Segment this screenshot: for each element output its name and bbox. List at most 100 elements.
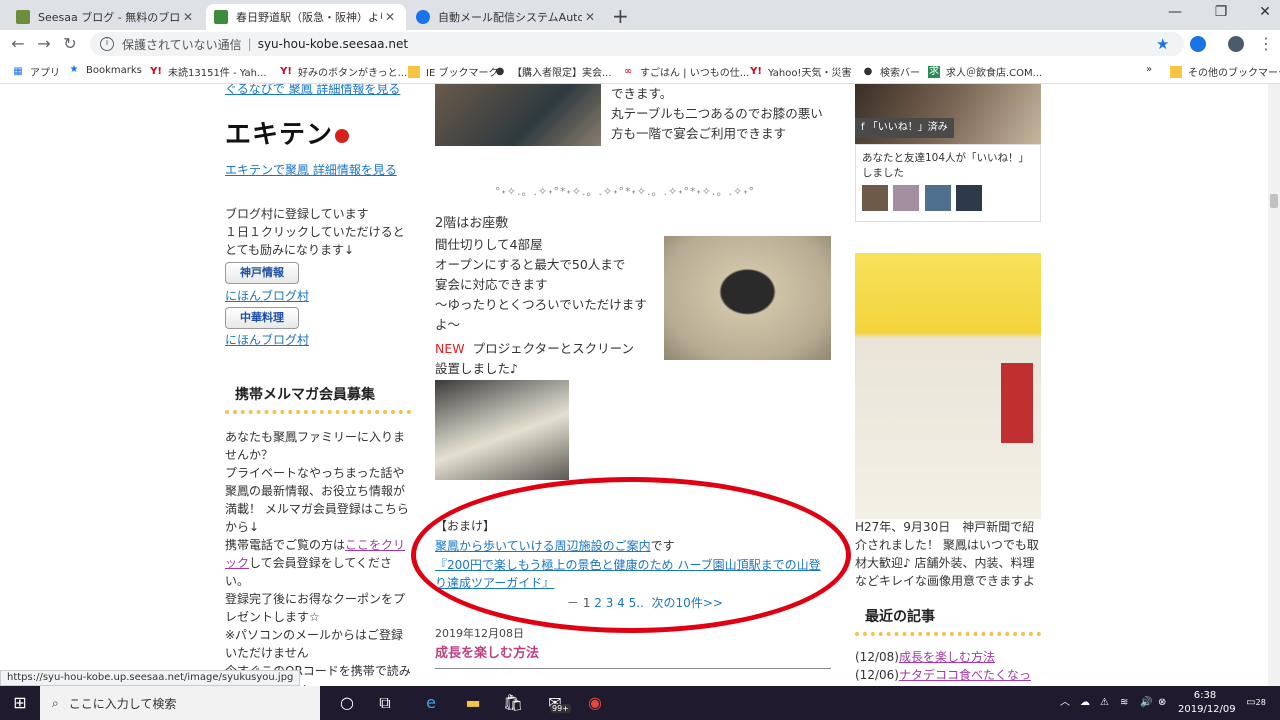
- browser-toolbar: ← → ↻ i 保護されていない通信 | syu-hou-kobe.seesaa…: [0, 30, 1280, 58]
- avatar[interactable]: [924, 185, 951, 211]
- clock-time: 6:38: [1193, 690, 1217, 701]
- bookmark-ie-folder[interactable]: IE ブックマーク: [408, 64, 498, 79]
- new-tab-button[interactable]: +: [612, 4, 629, 28]
- search-placeholder: ここに入力して検索: [68, 696, 177, 711]
- notification-count: 28: [1255, 698, 1266, 707]
- fb-liked-badge[interactable]: f 「いいね！」済み: [855, 118, 954, 138]
- fb-friend-avatars: [862, 185, 1034, 216]
- floor2-line: 宴会に対応できます: [435, 277, 548, 292]
- profile-avatar[interactable]: [1228, 36, 1244, 52]
- bookmark-yahoo-button[interactable]: Y! 好みのボタンがきっと...: [280, 64, 408, 80]
- seesaa-favicon-icon: [16, 10, 30, 24]
- mailmag-description: プライベートなやっちまった話や 聚鳳の最新情報、お役立ち情報が満載！ メルマガ会…: [225, 466, 409, 534]
- new-notice: NEW プロジェクターとスクリーン: [435, 339, 634, 359]
- bookmark-label: 未読13151件 - Yah...: [168, 68, 267, 79]
- instruction-text: 携帯電話でご覧の方は: [225, 538, 346, 552]
- floor2-title: 2階はお座敷: [435, 216, 509, 231]
- url-text[interactable]: syu-hou-kobe.seesaa.net: [258, 37, 408, 51]
- task-view-icon[interactable]: ⧉: [374, 692, 396, 714]
- tab-seesaa[interactable]: Seesaa ブログ - 無料のブログ(blog)サ ✕: [8, 4, 204, 30]
- mailmag-title: 携帯メルマガ会員募集: [225, 386, 411, 414]
- ekiten-logo[interactable]: エキテン: [225, 122, 350, 148]
- back-arrow-icon[interactable]: ←: [8, 34, 28, 53]
- tab-autobiz[interactable]: 自動メール配信システムAutoBiz Ver ✕: [408, 4, 606, 30]
- more-menu-icon[interactable]: ⋮: [1258, 34, 1274, 53]
- bookmark-label: すごはん | いつもの仕...: [640, 68, 750, 79]
- close-icon[interactable]: ✕: [382, 10, 398, 24]
- taskbar-search[interactable]: ⌕ ここに入力して検索: [40, 686, 320, 720]
- notification-icon: ▭: [1246, 697, 1256, 708]
- bookmarks-overflow[interactable]: »: [1146, 64, 1152, 75]
- address-bar[interactable]: i 保護されていない通信 | syu-hou-kobe.seesaa.net: [90, 32, 1184, 56]
- maximize-icon[interactable]: ❐: [1206, 4, 1236, 20]
- floor2-line: 間仕切りして4部屋: [435, 237, 543, 252]
- instruction-text: して会員登録をしてください。: [225, 556, 392, 588]
- recent-posts-list: (12/08)成長を楽しむ方法 (12/06)ナタデココ食べたくなった: [855, 648, 1041, 686]
- chinese-food-badge[interactable]: 中華料理: [225, 307, 299, 329]
- store-icon[interactable]: 🛍: [502, 692, 524, 714]
- bookmark-label: 【購入者限定】実会...: [512, 68, 612, 79]
- bookmark-sugohan[interactable]: ∞ すごはん | いつもの仕...: [622, 64, 750, 80]
- kobe-newspaper-clipping[interactable]: [855, 253, 1041, 519]
- bookmark-yahoo-weather[interactable]: Y! Yahoo!天気・災害: [750, 64, 851, 80]
- bookmark-label: 好みのボタンがきっと...: [298, 68, 408, 79]
- recent-post-item: (12/08)成長を楽しむ方法: [855, 648, 1041, 666]
- pc-mail-note: ※パソコンのメールからはご登録いただけません: [225, 628, 404, 660]
- bookmark-yahoo-mail[interactable]: Y! 未読13151件 - Yah...: [150, 64, 267, 80]
- kobe-info-badge[interactable]: 神戸情報: [225, 262, 299, 284]
- intro-text: できます。 丸テーブルも二つあるのでお膝の悪い 方も一階で宴会ご利用できます: [611, 84, 831, 144]
- file-explorer-icon[interactable]: ▬: [462, 692, 484, 714]
- page-scrollbar[interactable]: [1268, 84, 1280, 686]
- action-center[interactable]: ▭28: [1244, 696, 1268, 710]
- bookmark-purchaser[interactable]: ● 【購入者限定】実会...: [494, 64, 612, 80]
- recent-post-link[interactable]: 成長を楽しむ方法: [899, 650, 995, 664]
- blogmura-link-chinese[interactable]: にほんブログ村: [225, 331, 309, 349]
- bookmark-other[interactable]: その他のブックマーク: [1170, 64, 1280, 79]
- bookmark-job-site[interactable]: 求 求人＠飲食店.COM...: [928, 64, 1042, 79]
- clock[interactable]: 6:38 2019/12/09: [1178, 689, 1236, 717]
- onedrive-icon[interactable]: ☁: [1080, 696, 1090, 710]
- avatar[interactable]: [862, 185, 888, 211]
- cortana-icon[interactable]: ○: [336, 692, 358, 714]
- ornament-divider: °˖✧.。.✧˖°*˖✧.。.✧˖°*˖✧.。.✧˖°*˖✧.。.✧˖°: [495, 185, 755, 198]
- network-warning-icon[interactable]: ⚠: [1100, 696, 1109, 710]
- blogmura-text: ブログ村に登録しています １日１クリックしていただけると とても励みになります↓: [225, 207, 405, 257]
- forward-arrow-icon[interactable]: →: [34, 34, 54, 53]
- close-icon[interactable]: ✕: [180, 10, 196, 24]
- chrome-icon[interactable]: ◉: [584, 692, 606, 714]
- highlight-circle: [411, 477, 851, 633]
- post-title[interactable]: 成長を楽しむ方法: [435, 644, 831, 669]
- avatar[interactable]: [956, 185, 983, 211]
- new-text: プロジェクターとスクリーン: [472, 341, 634, 356]
- windows-start-icon[interactable]: ⊞: [9, 692, 31, 714]
- blogmura-link-kobe[interactable]: にほんブログ村: [225, 287, 309, 305]
- close-circle-icon[interactable]: ⊗: [1158, 696, 1166, 710]
- yahoo-icon: Y!: [150, 65, 162, 77]
- facebook-icon: f: [861, 122, 865, 133]
- minimize-icon[interactable]: —: [1160, 4, 1190, 20]
- windows-taskbar: ⊞ ⌕ ここに入力して検索 ○ ⧉ e ▬ 🛍 ✉ 99+ ◉ ︿ ☁ ⚠ ≋ …: [0, 686, 1280, 720]
- avatar[interactable]: [893, 185, 920, 211]
- globe-icon: ●: [863, 65, 873, 77]
- bookmark-label: Bookmarks: [86, 64, 142, 76]
- gurunavi-link[interactable]: ぐるなびで 聚鳳 詳細情報を見る: [225, 84, 400, 98]
- bookmark-search-bar[interactable]: ● 検索バー: [862, 64, 920, 80]
- show-hidden-icons[interactable]: ︿: [1060, 696, 1070, 710]
- bookmark-apps[interactable]: ▦ アプリ: [12, 64, 60, 80]
- extension-icon[interactable]: [1190, 36, 1206, 52]
- scrollbar-thumb[interactable]: [1270, 194, 1278, 208]
- ekiten-link[interactable]: エキテンで聚鳳 詳細情報を見る: [225, 161, 397, 179]
- wifi-icon[interactable]: ≋: [1120, 696, 1128, 710]
- edge-icon[interactable]: e: [420, 692, 442, 714]
- bookmark-star-icon[interactable]: ★: [1156, 35, 1169, 53]
- bookmark-bookmarks[interactable]: ★ Bookmarks: [68, 64, 142, 76]
- bookmark-label: IE ブックマーク: [426, 68, 499, 79]
- tab-kasuganomichi[interactable]: 春日野道駅（阪急・阪神）より徒歩 ✕: [206, 4, 406, 30]
- bookmark-label: 求人＠飲食店.COM...: [946, 68, 1043, 79]
- volume-icon[interactable]: 🔊: [1140, 696, 1152, 710]
- reload-icon[interactable]: ↻: [60, 34, 80, 53]
- apps-grid-icon: ▦: [13, 65, 23, 77]
- window-close-icon[interactable]: ✕: [1250, 4, 1280, 20]
- close-icon[interactable]: ✕: [582, 10, 598, 24]
- info-icon[interactable]: i: [100, 37, 114, 51]
